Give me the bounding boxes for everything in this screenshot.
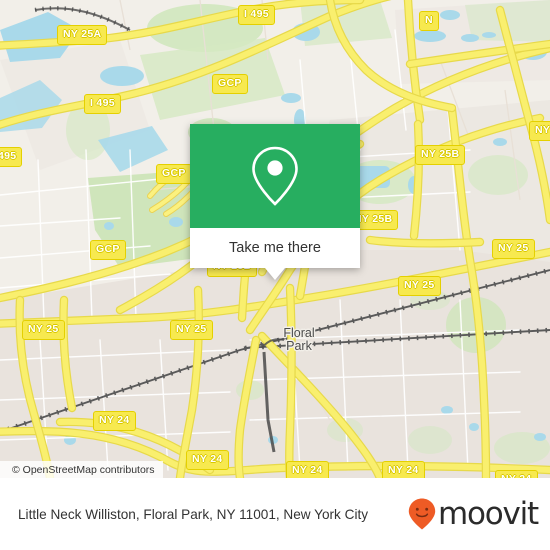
road-shield: 495 (0, 147, 23, 167)
moovit-pin-smiley-icon (408, 498, 436, 530)
road-shield: NY 25B (415, 145, 466, 165)
attribution-text: © OpenStreetMap contributors (12, 463, 155, 476)
take-me-there-label: Take me there (229, 240, 321, 256)
road-shield: NY 24 (186, 450, 229, 470)
place-label: Floral Park (283, 326, 315, 353)
take-me-there-button[interactable]: Take me there (190, 228, 360, 268)
popup-pointer-tail (265, 268, 285, 280)
map-attribution[interactable]: © OpenStreetMap contributors (0, 461, 163, 478)
moovit-logo[interactable]: moovit (407, 495, 539, 532)
road-shield: I 495 (238, 5, 275, 25)
road-shield: NY 24 (93, 411, 136, 431)
road-shield: NY 24 (382, 461, 425, 478)
road-shield: NY 25 (398, 276, 441, 296)
road-shield: NY 25 (22, 320, 65, 340)
road-shield: NY (529, 121, 550, 141)
footer-bar: Little Neck Williston, Floral Park, NY 1… (0, 478, 550, 550)
moovit-wordmark: moovit (437, 495, 539, 532)
road-shield: NY 25 (170, 320, 213, 340)
road-shield: I 495 (84, 94, 121, 114)
location-address: Little Neck Williston, Floral Park, NY 1… (18, 506, 369, 522)
road-shield: NY 25 (492, 239, 535, 259)
map-canvas[interactable]: .land { fill:#f2efe9; } .resid { fill:#e… (0, 0, 550, 478)
map-pin-icon (252, 146, 298, 206)
road-shield: NY 24 (286, 461, 329, 478)
road-shield: GCP (212, 74, 248, 94)
road-shield: GCP (90, 240, 126, 260)
road-shield: NY 24 (495, 470, 538, 478)
road-shield: NY 25A (57, 25, 108, 45)
location-popup-card[interactable]: Take me there (190, 124, 360, 280)
road-shield: GCP (156, 164, 192, 184)
moovit-map-page: .land { fill:#f2efe9; } .resid { fill:#e… (0, 0, 550, 550)
road-shield: N (419, 11, 439, 31)
popup-image (190, 124, 360, 228)
